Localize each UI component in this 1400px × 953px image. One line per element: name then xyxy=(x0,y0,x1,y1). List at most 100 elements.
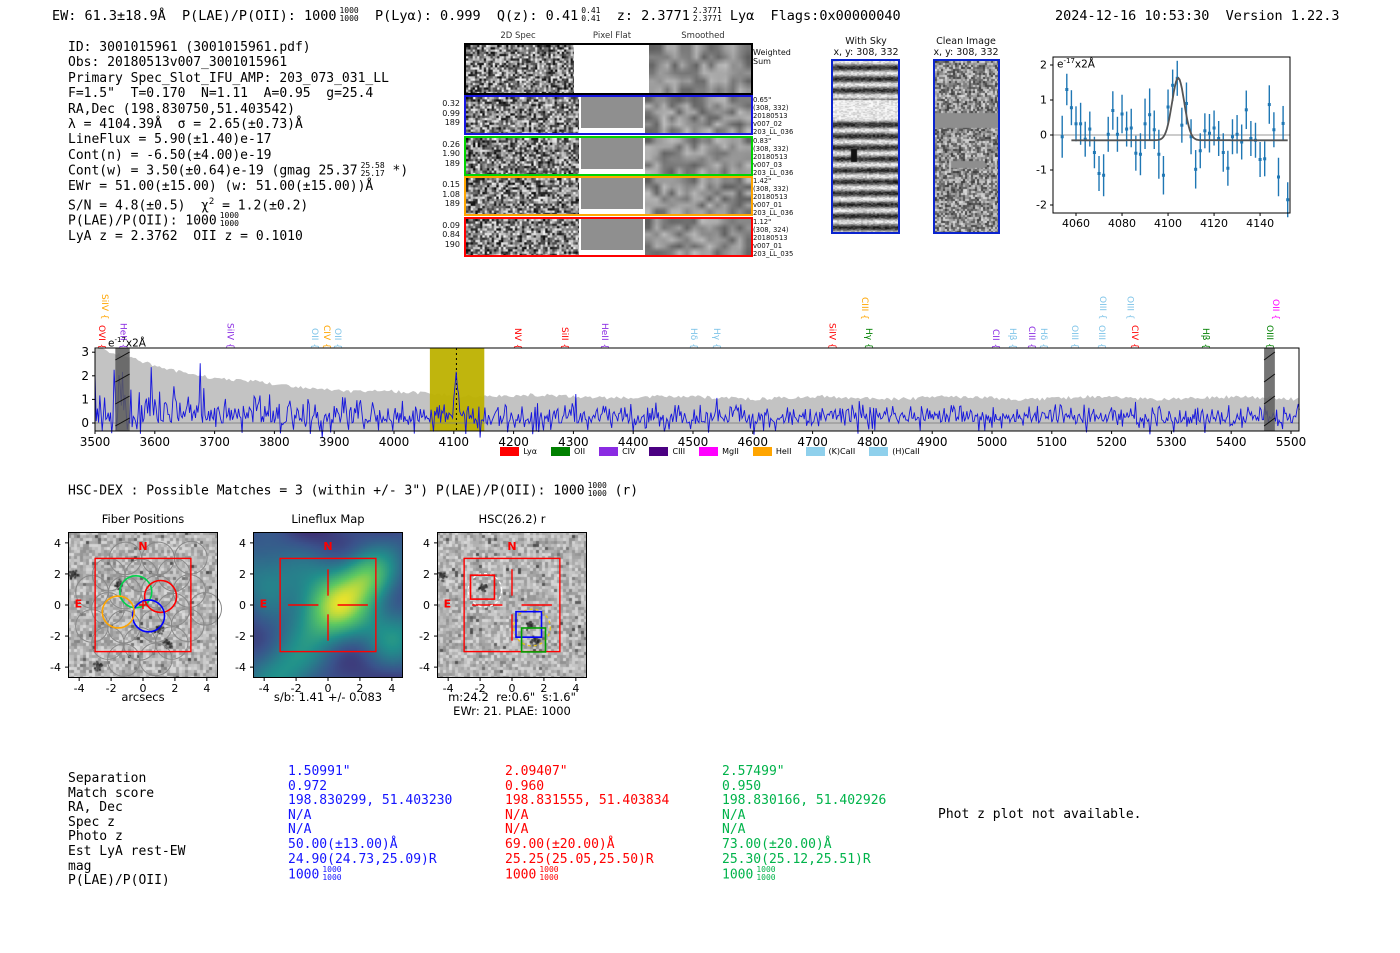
ytick-label: -2 xyxy=(235,630,246,643)
match-value: 24.90(24.73,25.09)R xyxy=(288,851,437,867)
image-frame xyxy=(437,532,587,678)
val: 20180513 xyxy=(753,233,788,242)
xtick-label: 5400 xyxy=(1216,435,1247,449)
compass-north: N xyxy=(323,540,332,553)
data-point xyxy=(1272,128,1276,132)
data-point xyxy=(1143,122,1147,126)
ytick-label: -4 xyxy=(50,661,61,674)
cutout-xlabel-lineflux_map: s/b: 1.41 +/- 0.083 xyxy=(273,690,383,704)
row-pixelflat-image xyxy=(578,97,646,128)
match-value: N/A xyxy=(288,807,312,823)
ytick-label: 2 xyxy=(423,568,430,581)
clean-image-title: Clean Image x, y: 308, 332 xyxy=(916,36,1016,58)
val: 1.12" xyxy=(753,217,772,226)
val: v007_01 xyxy=(753,241,783,250)
cutout-xlabel2-hsc_r: EWr: 21. PLAE: 1000 xyxy=(453,704,571,718)
xtick-label: 5200 xyxy=(1096,435,1127,449)
xtick-label: 4120 xyxy=(1200,217,1228,230)
match-value: N/A xyxy=(722,807,746,823)
row-pixelflat-image xyxy=(578,178,646,210)
spec2d-row-rightlabel-1: 0.83" (308, 332) 20180513 v007_03 203_LL_036 xyxy=(753,137,793,177)
ytick-label: -2 xyxy=(419,630,430,643)
decor: 0.41 xyxy=(581,14,601,23)
ytick-label: -1 xyxy=(1036,164,1047,177)
match-value: 73.00(±20.00)Å xyxy=(722,836,832,852)
data-point xyxy=(1286,198,1290,202)
match-plae: 1000 1000 1000 xyxy=(288,865,342,883)
row-smoothed-image xyxy=(645,178,751,215)
compass-east: E xyxy=(75,597,83,610)
data-point xyxy=(1198,149,1202,153)
data-point xyxy=(1194,167,1198,171)
val: 189 xyxy=(444,158,460,168)
table-row-label-3: Spec z xyxy=(68,814,115,830)
data-point xyxy=(1120,112,1124,116)
lya-highlight-band xyxy=(429,348,485,431)
row-smoothed-image xyxy=(645,218,751,255)
val: 0.09 xyxy=(442,220,460,230)
val: 0.65" xyxy=(753,96,772,104)
decor: 25.17 xyxy=(360,169,385,179)
data-point xyxy=(1244,108,1248,112)
table-row-label-5: Est LyA rest-EW xyxy=(68,843,186,859)
legend-label: HeII xyxy=(775,447,792,456)
info-line-8: Cont(w) = 3.50(±0.64)e-19 (gmag 25.37 25.… xyxy=(68,161,409,179)
data-point xyxy=(1212,126,1216,130)
xtick-label: 4140 xyxy=(1246,217,1274,230)
fiber_positions-overlay: NE-4-4-2-2002244 xyxy=(50,532,223,695)
weighted-smoothed-image xyxy=(649,45,751,93)
spec2d-row-rightlabel-2: 1.42" (308, 332) 20180513 v007_01 203_LL_036 xyxy=(753,177,793,217)
weighted-2dspec-image xyxy=(466,45,575,93)
val: (308, 324) xyxy=(753,225,789,234)
val: (308, 332) xyxy=(753,104,789,112)
val: 189 xyxy=(444,118,460,127)
match-value: 0.960 xyxy=(505,778,545,794)
ytick-label: -4 xyxy=(419,661,430,674)
hscdex-stack: 1000 1000 xyxy=(588,482,607,498)
info-line-7: Cont(n) = -6.50(±4.00)e-19 xyxy=(68,147,272,163)
catalog-marker xyxy=(515,610,543,638)
legend-label: (K)CaII xyxy=(828,447,856,456)
decor: 1000 xyxy=(339,14,359,23)
legend-label: (H)CaII xyxy=(892,447,920,456)
legend-item-(K)CaII: (K)CaII xyxy=(805,447,856,456)
cutout-xlabel-hsc_r: m:24.2 re:0.6" s:1.6" xyxy=(448,690,576,704)
data-point xyxy=(1263,157,1267,161)
match-value: N/A xyxy=(505,807,529,823)
val: 1.42" xyxy=(753,177,772,186)
spec2d-row-leftlabel-3: 0.09 0.84 190 xyxy=(428,221,460,250)
match-value: 50.00(±13.00)Å xyxy=(288,836,398,852)
row-smoothed-image xyxy=(645,97,751,133)
data-point xyxy=(1148,113,1152,117)
data-point xyxy=(1276,175,1280,179)
match-value: 69.00(±20.00)Å xyxy=(505,836,615,852)
ytick-label: 1 xyxy=(81,392,89,406)
line-fit-chart: 2 1 0 -1 -2 4060 4080 4100 4120 4140 xyxy=(1036,56,1291,230)
data-point xyxy=(1102,173,1106,177)
table-row-label-2: RA, Dec xyxy=(68,800,123,816)
cutout-title-lineflux_map: Lineflux Map xyxy=(291,512,365,526)
compass-east: E xyxy=(444,597,452,610)
info-line-5: λ = 4104.39Å σ = 2.65(±0.73)Å xyxy=(68,117,303,133)
legend-item-Lyα: Lyα xyxy=(500,447,537,456)
decor: 1000 xyxy=(756,873,776,883)
val: 0.26 xyxy=(442,139,460,149)
data-point xyxy=(1106,132,1110,136)
val: 0.83" xyxy=(753,136,772,145)
fit-chart-units-label: e-17x2Å xyxy=(1057,57,1095,71)
data-point xyxy=(1180,123,1184,127)
info-line-2: Primary Spec_Slot_IFU_AMP: 203_073_031_L… xyxy=(68,70,389,86)
val: 203_LL_036 xyxy=(753,209,794,218)
val: 0.84 xyxy=(442,230,460,240)
legend-swatch xyxy=(752,447,772,456)
info-line-8-stack: 25.58 25.17 xyxy=(361,162,385,178)
data-point xyxy=(1267,103,1271,107)
decor: Sum xyxy=(753,57,771,66)
match-value: 1.50991" xyxy=(288,764,351,779)
val: 0.15 xyxy=(442,180,460,190)
val: 0.99 xyxy=(442,108,460,118)
legend-swatch xyxy=(649,447,669,456)
data-point xyxy=(1226,166,1230,170)
xtick-label: 4080 xyxy=(1108,217,1136,230)
emission-line-labels: SiIV {CIII {OIII {OIII {OII {OVI {HeII {… xyxy=(80,268,1320,350)
